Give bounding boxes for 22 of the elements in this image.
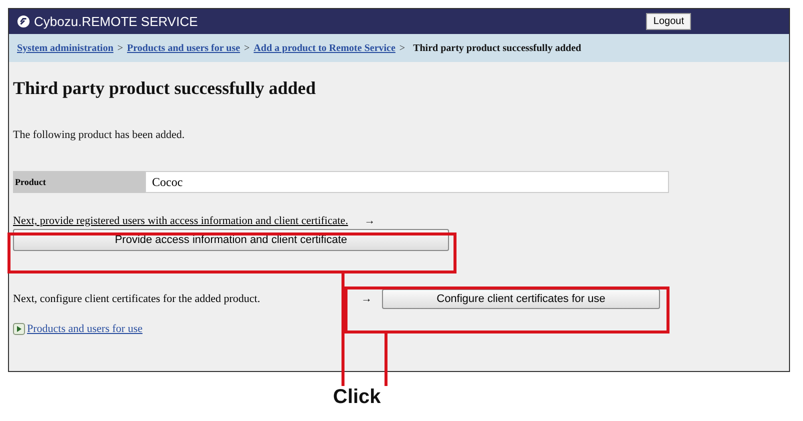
breadcrumb-separator: > [117, 42, 124, 54]
annotation-text: Click [333, 386, 381, 409]
page-title: Third party product successfully added [13, 78, 317, 99]
message-text: The following product has been added. [13, 129, 186, 141]
product-value: Cococ [145, 171, 669, 193]
arrow-text: → [364, 215, 376, 227]
breadcrumb-separator: > [244, 42, 250, 54]
step-text: Next, provide registered users with access information and client certificate. [13, 215, 348, 227]
step-text: Next, configure client certificates for the added product. [13, 293, 262, 305]
breadcrumb-separator: > [399, 42, 406, 54]
breadcrumb-link[interactable]: Products and users for use [127, 42, 240, 54]
brand-name: Cybozu.REMOTE SERVICE [34, 14, 198, 29]
configure-certificates-button[interactable]: Configure client certificates for use [382, 289, 660, 309]
product-label: Product [13, 171, 145, 193]
breadcrumb-link[interactable]: Add a product to Remote Service [254, 42, 396, 54]
leader-line [384, 333, 388, 386]
back-link[interactable]: Products and users for use [27, 323, 142, 335]
arrow-text: → [361, 293, 372, 305]
logout-button[interactable]: Logout [646, 13, 691, 30]
breadcrumb-current: Third party product successfully added [413, 42, 582, 54]
logo-icon [17, 15, 30, 28]
breadcrumb-link[interactable]: System administration [17, 42, 114, 54]
